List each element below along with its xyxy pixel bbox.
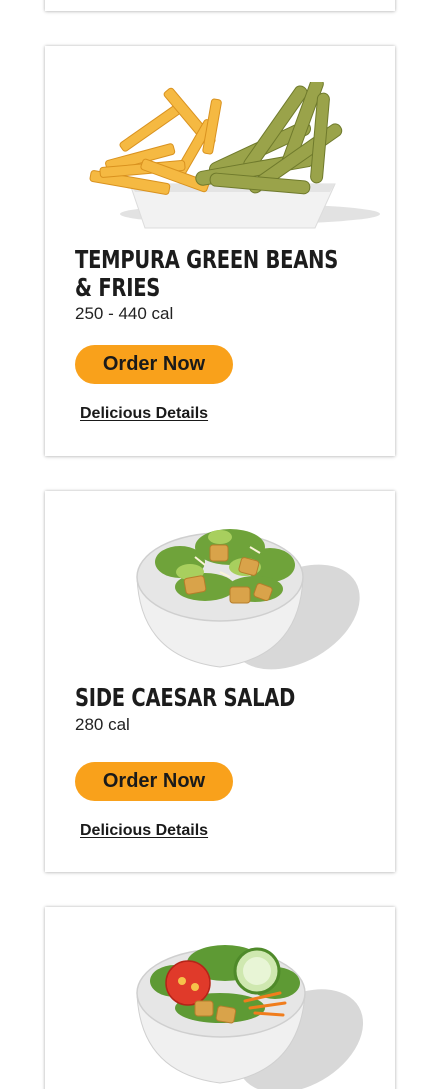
menu-card-side-garden-salad (45, 907, 395, 1089)
menu-page: Tempura Green Beans & Fries 250 - 440 ca… (0, 0, 430, 1089)
side-garden-salad-image[interactable] (45, 923, 395, 1089)
menu-item-title: Tempura Green Beans & Fries (75, 245, 339, 302)
menu-card-partial-top (45, 0, 395, 11)
side-caesar-salad-image[interactable] (45, 507, 395, 677)
order-now-button[interactable]: Order Now (75, 762, 233, 801)
calorie-count: 250 - 440 cal (75, 304, 174, 323)
delicious-details-link[interactable]: Delicious Details (80, 822, 208, 840)
calorie-count: 280 cal (75, 715, 130, 734)
tempura-green-beans-fries-image[interactable] (45, 82, 395, 232)
order-now-button[interactable]: Order Now (75, 345, 233, 384)
menu-card-tempura-green-beans: Tempura Green Beans & Fries 250 - 440 ca… (45, 46, 395, 456)
menu-card-side-caesar-salad: Side Caesar Salad 280 cal Order Now Deli… (45, 491, 395, 872)
delicious-details-link[interactable]: Delicious Details (80, 405, 208, 423)
menu-item-title: Side Caesar Salad (75, 683, 296, 712)
